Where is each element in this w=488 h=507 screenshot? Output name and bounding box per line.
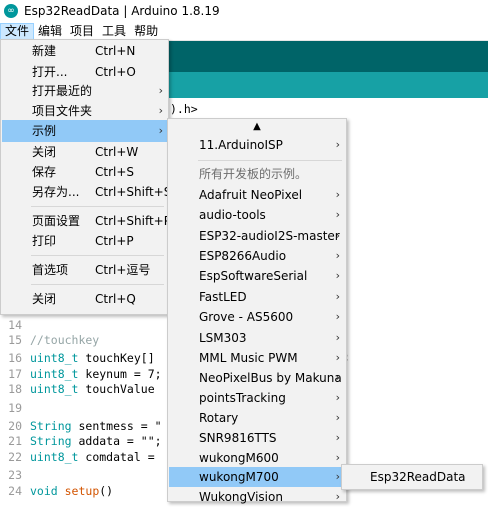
menu-separator: [31, 255, 164, 256]
chevron-right-icon: ›: [158, 124, 163, 137]
chevron-right-icon: ›: [335, 229, 340, 242]
chevron-right-icon: ›: [335, 351, 340, 364]
code-line: 18 uint8_t touchValue: [8, 382, 155, 396]
menu-item-page-setup[interactable]: 页面设置 Ctrl+Shift+P: [2, 210, 171, 232]
menu-separator: [31, 284, 164, 285]
chevron-right-icon: ›: [335, 249, 340, 262]
menu-item-open-recent[interactable]: 打开最近的 ›: [2, 80, 167, 102]
menu-item-save[interactable]: 保存 Ctrl+S: [2, 161, 167, 183]
menu-item-examples[interactable]: 示例 ›: [2, 120, 167, 142]
submenu-item[interactable]: WukongVision ›: [169, 487, 345, 507]
arduino-logo-icon: ∞: [4, 4, 18, 18]
menu-item-new[interactable]: 新建 Ctrl+N: [2, 40, 167, 62]
menu-edit[interactable]: 编辑: [34, 23, 66, 40]
submenu-item[interactable]: Rotary ›: [169, 408, 345, 428]
submenu-item[interactable]: LSM303 ›: [169, 328, 345, 348]
chevron-right-icon: ›: [335, 290, 340, 303]
chevron-right-icon: ›: [335, 490, 340, 503]
code-line: 22 uint8_t comdatal =: [8, 450, 155, 464]
chevron-right-icon: ›: [335, 310, 340, 323]
submenu-item[interactable]: Grove - AS5600 ›: [169, 307, 345, 327]
chevron-right-icon: ›: [335, 331, 340, 344]
chevron-right-icon: ›: [335, 269, 340, 282]
menu-item-print[interactable]: 打印 Ctrl+P: [2, 230, 167, 252]
chevron-right-icon: ›: [335, 470, 340, 483]
submenu-item[interactable]: EspSoftwareSerial ›: [169, 266, 345, 286]
code-fragment-include: ).h>: [170, 102, 198, 116]
chevron-right-icon: ›: [158, 84, 163, 97]
menu-item-save-as[interactable]: 另存为... Ctrl+Shift+S: [2, 181, 171, 203]
file-menu: 新建 Ctrl+N 打开... Ctrl+O 打开最近的 › 项目文件夹 › 示例 › 关…: [0, 39, 171, 315]
menu-item-quit[interactable]: 关闭 Ctrl+Q: [2, 288, 167, 310]
submenu-item-esp32readdata[interactable]: Esp32ReadData: [343, 466, 481, 488]
chevron-right-icon: ›: [335, 431, 340, 444]
submenu-section-header: 所有开发板的示例。: [199, 167, 308, 181]
menu-file[interactable]: 文件: [0, 22, 35, 40]
submenu-item[interactable]: wukongM600 ›: [169, 448, 345, 468]
wukong-submenu: Esp32ReadData: [341, 464, 483, 490]
menu-item-sketchbook[interactable]: 项目文件夹 ›: [2, 100, 167, 122]
menu-sketch[interactable]: 项目: [66, 23, 98, 40]
submenu-item[interactable]: FastLED ›: [169, 287, 345, 307]
submenu-item[interactable]: ESP32-audioI2S-master ›: [169, 226, 345, 246]
chevron-right-icon: ›: [335, 188, 340, 201]
scroll-up-arrow-icon[interactable]: ▲: [168, 121, 346, 132]
chevron-right-icon: ›: [335, 451, 340, 464]
submenu-item-wukongm700[interactable]: wukongM700 ›: [169, 467, 345, 487]
submenu-item[interactable]: NeoPixelBus by Makuna ›: [169, 368, 345, 388]
code-line: 24 void setup(): [8, 484, 114, 498]
submenu-item[interactable]: Adafruit NeoPixel ›: [169, 185, 345, 205]
code-line: 15//touchkey: [8, 333, 100, 347]
chevron-right-icon: ›: [335, 371, 340, 384]
window-title: Esp32ReadData | Arduino 1.8.19: [24, 4, 220, 18]
chevron-right-icon: ›: [158, 104, 163, 117]
menu-item-preferences[interactable]: 首选项 Ctrl+逗号: [2, 259, 167, 281]
menu-tools[interactable]: 工具: [98, 23, 130, 40]
examples-submenu: ▲ 11.ArduinoISP › 所有开发板的示例。 Adafruit NeoP…: [167, 118, 347, 504]
title-bar: ∞ Esp32ReadData | Arduino 1.8.19: [0, 0, 488, 22]
menu-separator: [198, 160, 342, 161]
code-line: 19: [8, 401, 22, 415]
chevron-right-icon: ›: [335, 411, 340, 424]
menu-separator: [31, 206, 164, 207]
menu-help[interactable]: 帮助: [130, 23, 162, 40]
submenu-item[interactable]: pointsTracking ›: [169, 388, 345, 408]
submenu-item[interactable]: ESP8266Audio ›: [169, 246, 345, 266]
submenu-item[interactable]: 11.ArduinoISP ›: [169, 135, 345, 155]
submenu-item[interactable]: audio-tools ›: [169, 205, 345, 225]
chevron-right-icon: ›: [335, 208, 340, 221]
submenu-item[interactable]: SNR9816TTS ›: [169, 428, 345, 448]
submenu-item[interactable]: MML Music PWM ›: [169, 348, 345, 368]
menu-item-close[interactable]: 关闭 Ctrl+W: [2, 141, 167, 163]
chevron-right-icon: ›: [335, 138, 340, 151]
chevron-right-icon: ›: [335, 391, 340, 404]
